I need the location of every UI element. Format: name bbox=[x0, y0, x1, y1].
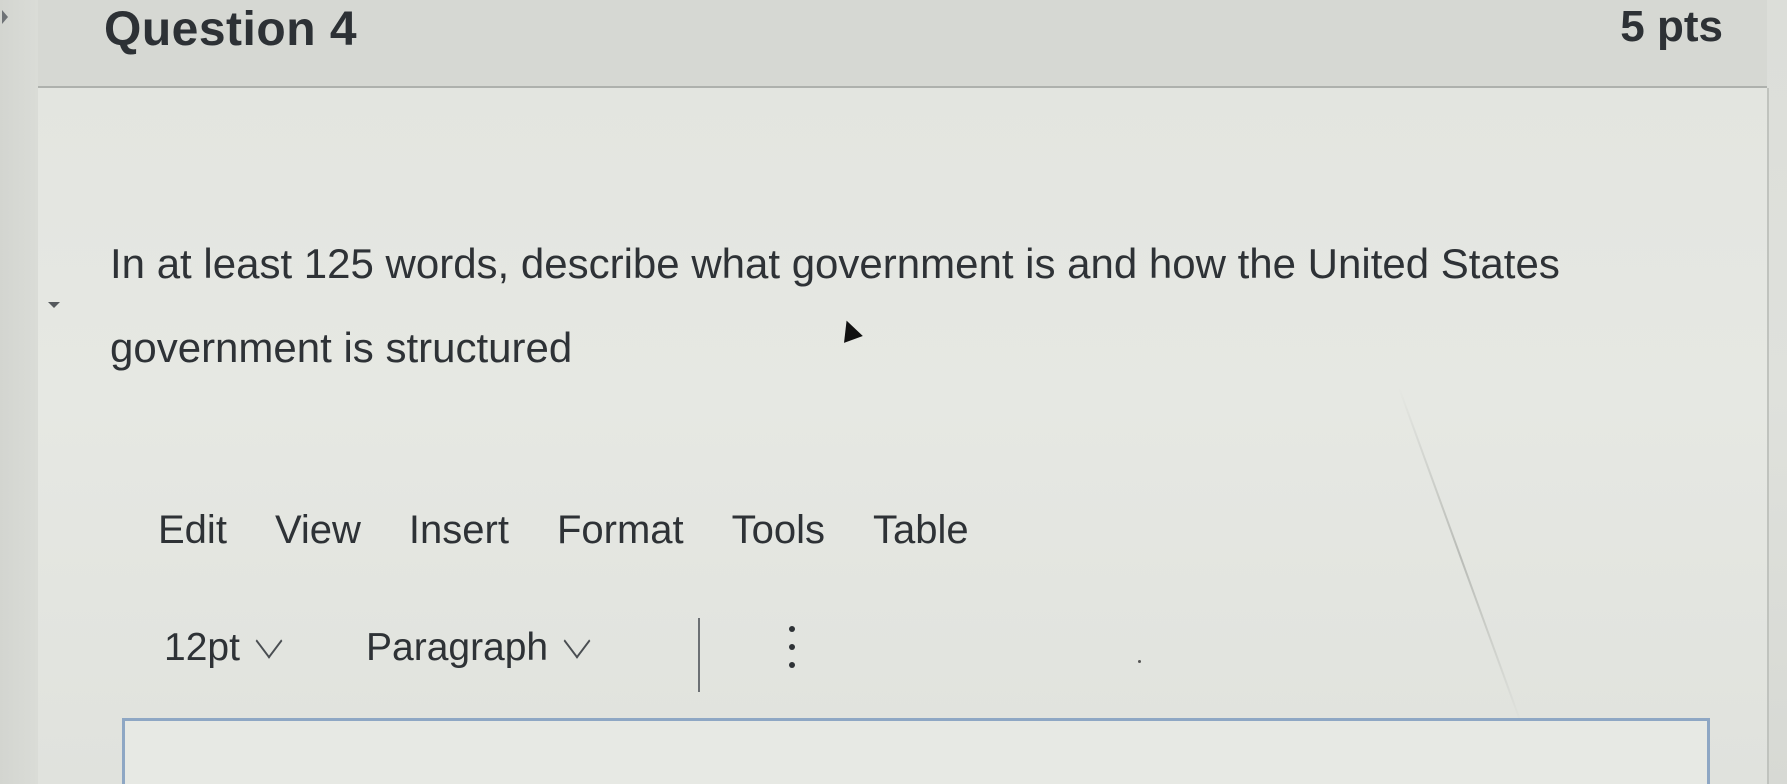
menu-table[interactable]: Table bbox=[873, 508, 969, 553]
block-format-select[interactable]: Paragraph bbox=[366, 623, 591, 670]
question-points: 5 pts bbox=[1620, 2, 1723, 51]
photo-crease bbox=[1398, 387, 1524, 727]
expand-arrow-icon[interactable] bbox=[2, 10, 8, 24]
menu-tools[interactable]: Tools bbox=[732, 508, 825, 553]
collapse-caret-icon[interactable] bbox=[48, 302, 60, 308]
speck bbox=[1138, 660, 1141, 663]
chevron-down-icon bbox=[255, 623, 283, 659]
menu-view[interactable]: View bbox=[275, 508, 361, 553]
toolbar-divider bbox=[698, 618, 700, 692]
question-body: In at least 125 words, describe what gov… bbox=[38, 88, 1769, 784]
font-size-value: 12pt bbox=[164, 626, 240, 669]
question-prompt: In at least 125 words, describe what gov… bbox=[110, 240, 1560, 371]
editor-toolbar: 12pt Paragraph bbox=[164, 618, 964, 698]
rich-text-editor-area[interactable] bbox=[122, 718, 1710, 784]
question-title: Question 4 bbox=[104, 3, 358, 56]
block-format-value: Paragraph bbox=[366, 626, 549, 669]
question-header: Question 4 5 pts bbox=[38, 0, 1767, 88]
menu-format[interactable]: Format bbox=[557, 508, 684, 553]
screen: Question 4 5 pts In at least 125 words, … bbox=[0, 0, 1787, 784]
vertical-ellipsis-icon[interactable] bbox=[786, 620, 796, 680]
font-size-select[interactable]: 12pt bbox=[164, 623, 283, 670]
chevron-down-icon bbox=[563, 623, 591, 659]
left-panel-edge bbox=[0, 0, 39, 784]
menu-edit[interactable]: Edit bbox=[158, 508, 227, 553]
menu-insert[interactable]: Insert bbox=[409, 508, 509, 553]
editor-menubar: Edit View Insert Format Tools Table bbox=[158, 508, 1017, 553]
